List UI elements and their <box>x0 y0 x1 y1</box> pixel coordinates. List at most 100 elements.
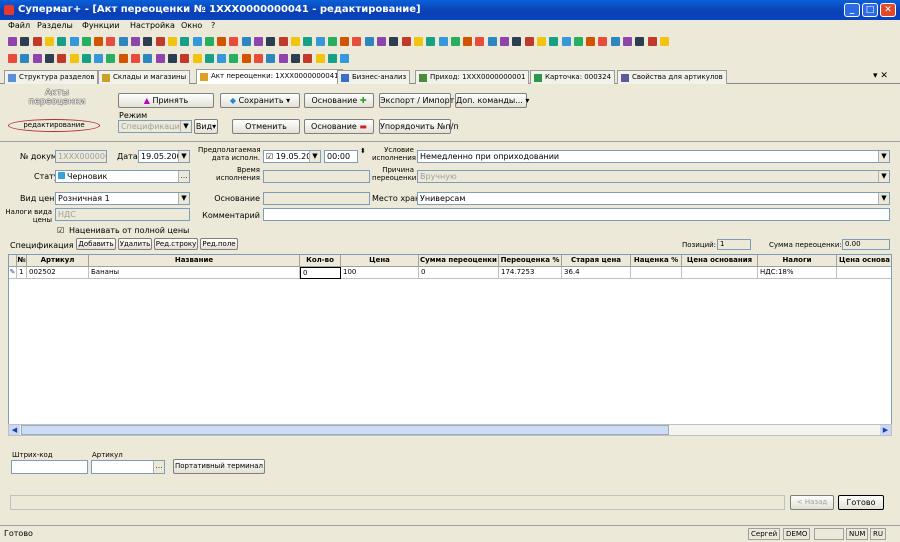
toolbar-tool-icon[interactable] <box>586 37 596 46</box>
save-button[interactable]: ◆ Сохранить ▾ <box>220 93 300 108</box>
toolbar-tool-icon[interactable] <box>413 37 423 46</box>
toolbar-tool-icon[interactable] <box>524 37 534 46</box>
cell-basis-price[interactable] <box>682 267 758 279</box>
delete-row-button[interactable]: Удалить <box>118 238 152 250</box>
toolbar-tool-icon[interactable] <box>635 37 645 46</box>
toolbar-tool-icon[interactable] <box>327 54 337 63</box>
done-button[interactable]: Готово <box>838 495 884 510</box>
toolbar-tool-icon[interactable] <box>340 37 350 46</box>
toolbar-tool-icon[interactable] <box>327 37 337 46</box>
toolbar-tool-icon[interactable] <box>229 37 239 46</box>
cell-revaluation-pct[interactable]: 174.7253 <box>499 267 562 279</box>
cell-price[interactable]: 100 <box>341 267 419 279</box>
toolbar-tool-icon[interactable] <box>389 37 399 46</box>
back-button[interactable]: < Назад <box>790 495 834 510</box>
cell-old-price[interactable]: 36.4 <box>562 267 631 279</box>
toolbar-tool-icon[interactable] <box>315 54 325 63</box>
toolbar-tool-icon[interactable] <box>229 54 239 63</box>
toolbar-tool-icon[interactable] <box>426 37 436 46</box>
toolbar-tool-icon[interactable] <box>290 37 300 46</box>
tab-receipt[interactable]: Приход: 1XXX0000000001 <box>415 70 530 84</box>
col-header-number[interactable]: № <box>17 255 27 267</box>
toolbar-tool-icon[interactable] <box>340 54 350 63</box>
close-button[interactable]: ✕ <box>880 3 896 17</box>
checkbox-icon[interactable]: ☑ <box>266 152 273 161</box>
comment-field[interactable] <box>263 208 890 221</box>
toolbar-tool-icon[interactable] <box>278 37 288 46</box>
toolbar-tool-icon[interactable] <box>143 54 153 63</box>
toolbar-tool-icon[interactable] <box>20 37 30 46</box>
toolbar-tool-icon[interactable] <box>266 37 276 46</box>
tab-menu-close[interactable]: ▾ ✕ <box>873 71 888 81</box>
toolbar-tool-icon[interactable] <box>131 54 140 63</box>
col-header-revaluation-pct[interactable]: Переоценка % <box>499 255 562 267</box>
barcode-input[interactable] <box>11 460 88 474</box>
toolbar-tool-icon[interactable] <box>303 54 313 63</box>
time-spinner-icon[interactable]: ⬍ <box>360 147 366 155</box>
menu-functions[interactable]: Функции <box>82 21 120 30</box>
col-header-taxes[interactable]: Налоги <box>758 255 837 267</box>
toolbar-tool-icon[interactable] <box>303 37 313 46</box>
toolbar-tool-icon[interactable] <box>192 37 202 46</box>
col-header-qty[interactable]: Кол-во <box>300 255 341 267</box>
toolbar-tool-icon[interactable] <box>241 54 251 63</box>
col-header-markup-pct[interactable]: Наценка % <box>631 255 682 267</box>
tab-business-analysis[interactable]: Бизнес-анализ <box>337 70 411 84</box>
toolbar-tool-icon[interactable] <box>44 37 54 46</box>
tab-structure[interactable]: Структура разделов <box>4 70 99 84</box>
col-header-price[interactable]: Цена <box>341 255 419 267</box>
tab-warehouses[interactable]: Склады и магазины <box>98 70 191 84</box>
col-header-revaluation-sum[interactable]: Сумма переоценки <box>419 255 499 267</box>
mode-select[interactable]: Спецификация ▼ <box>118 120 192 133</box>
toolbar-tool-icon[interactable] <box>475 37 485 46</box>
toolbar-tool-icon[interactable] <box>118 37 128 46</box>
toolbar-tool-icon[interactable] <box>241 37 251 46</box>
toolbar-tool-icon[interactable] <box>659 37 669 46</box>
toolbar-tool-icon[interactable] <box>57 54 67 63</box>
toolbar-tool-icon[interactable] <box>69 37 79 46</box>
toolbar-tool-icon[interactable] <box>450 37 460 46</box>
toolbar-tool-icon[interactable] <box>8 37 17 46</box>
horizontal-scrollbar[interactable]: ◀ ▶ <box>8 424 892 436</box>
col-header-old-price[interactable]: Старая цена <box>562 255 631 267</box>
edit-row-button[interactable]: Ред.строку <box>154 238 198 250</box>
toolbar-tool-icon[interactable] <box>377 37 386 46</box>
toolbar-tool-icon[interactable] <box>180 37 190 46</box>
minimize-button[interactable]: _ <box>844 3 860 17</box>
toolbar-tool-icon[interactable] <box>167 37 177 46</box>
toolbar-tool-icon[interactable] <box>352 37 362 46</box>
cell-qty[interactable]: 0 <box>300 267 341 279</box>
col-header-name[interactable]: Название <box>89 255 300 267</box>
toolbar-tool-icon[interactable] <box>536 37 546 46</box>
col-header-basis-price[interactable]: Цена основания <box>682 255 758 267</box>
edit-field-button[interactable]: Ред.поле <box>200 238 238 250</box>
menu-window[interactable]: Окно <box>181 21 202 30</box>
toolbar-tool-icon[interactable] <box>167 54 177 63</box>
cell-markup-pct[interactable] <box>631 267 682 279</box>
toolbar-tool-icon[interactable] <box>487 37 497 46</box>
toolbar-tool-icon[interactable] <box>217 54 227 63</box>
toolbar-tool-icon[interactable] <box>315 37 325 46</box>
menu-sections[interactable]: Разделы <box>37 21 73 30</box>
toolbar-tool-icon[interactable] <box>143 37 153 46</box>
cell-article[interactable]: 002502 <box>27 267 89 279</box>
toolbar-tool-icon[interactable] <box>106 37 116 46</box>
condition-select[interactable]: Немедленно при оприходовании ▼ <box>417 150 890 163</box>
toolbar-tool-icon[interactable] <box>254 37 263 46</box>
status-field[interactable]: Черновик… <box>55 170 190 183</box>
markup-checkbox[interactable]: ☑ <box>57 226 64 235</box>
toolbar-tool-icon[interactable] <box>217 37 227 46</box>
col-header-basis-price-2[interactable]: Цена основа <box>837 255 891 267</box>
toolbar-tool-icon[interactable] <box>549 37 559 46</box>
toolbar-tool-icon[interactable] <box>254 54 263 63</box>
toolbar-tool-icon[interactable] <box>192 54 202 63</box>
maximize-button[interactable]: □ <box>862 3 878 17</box>
menu-file[interactable]: Файл <box>8 21 30 30</box>
ellipsis-icon[interactable]: … <box>178 171 189 182</box>
toolbar-tool-icon[interactable] <box>610 37 620 46</box>
store-select[interactable]: Универсам ▼ <box>417 192 890 205</box>
tab-card[interactable]: Карточка: 000324 <box>530 70 616 84</box>
toolbar-tool-icon[interactable] <box>81 54 91 63</box>
toolbar-tool-icon[interactable] <box>204 37 214 46</box>
toolbar-tool-icon[interactable] <box>20 54 30 63</box>
